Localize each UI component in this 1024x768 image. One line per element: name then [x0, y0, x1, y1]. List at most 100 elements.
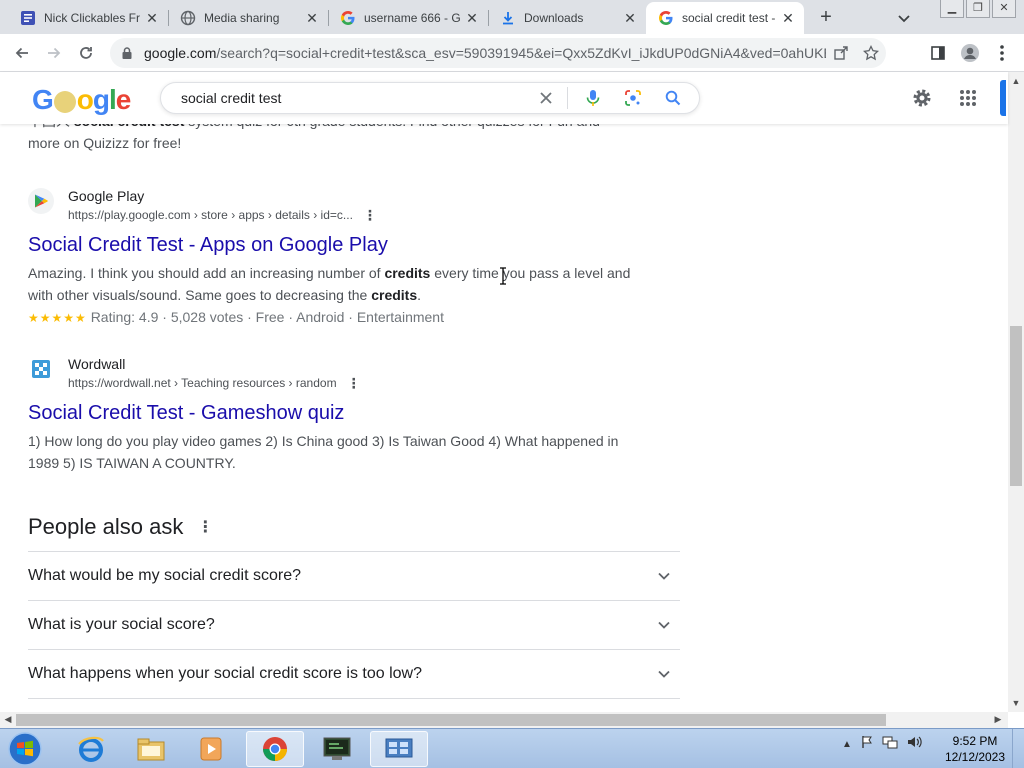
system-clock[interactable]: 9:52 PM 12/12/2023: [940, 733, 1010, 765]
scroll-down-arrow-icon[interactable]: ▼: [1010, 698, 1022, 708]
clear-search-icon[interactable]: [531, 83, 561, 113]
side-panel-icon[interactable]: [926, 41, 950, 65]
tab-username[interactable]: username 666 - G ✕: [328, 2, 488, 34]
result-source[interactable]: Wordwall https://wordwall.net › Teaching…: [28, 354, 648, 392]
settings-gear-icon[interactable]: [908, 84, 936, 112]
google-play-icon: [28, 188, 54, 214]
tab-title: social credit test -: [682, 11, 776, 25]
close-window-button[interactable]: ✕: [992, 0, 1016, 18]
snippet-line2: more on Quizizz for free!: [28, 135, 182, 151]
close-tab-icon[interactable]: ✕: [464, 10, 480, 26]
rating-text: Rating: 4.9 · 5,028 votes · Free · Andro…: [90, 309, 444, 325]
paa-question[interactable]: What is your social score?: [28, 601, 680, 650]
paa-question-text: What happens when your social credit sco…: [28, 665, 422, 682]
paa-question[interactable]: What would be my social credit score?: [28, 552, 680, 601]
terminal-taskbar-icon[interactable]: [308, 731, 366, 767]
chrome-taskbar-icon[interactable]: [246, 731, 304, 767]
text-cursor-icon: [499, 267, 507, 285]
scroll-up-arrow-icon[interactable]: ▲: [1010, 76, 1022, 86]
internet-explorer-taskbar-icon[interactable]: [62, 731, 120, 767]
desc-text: .: [417, 287, 422, 303]
download-icon: [500, 10, 516, 26]
back-button[interactable]: [10, 41, 34, 65]
action-center-flag-icon[interactable]: [860, 735, 874, 754]
search-input[interactable]: [181, 90, 521, 106]
wordwall-icon: [28, 356, 54, 382]
tab-strip: Nick Clickables Fr ✕ Media sharing ✕ use…: [0, 0, 1024, 34]
paa-question-text: What would be my social credit score?: [28, 567, 301, 584]
more-options-icon[interactable]: ⋮: [197, 517, 213, 537]
result-title-link[interactable]: Social Credit Test - Gameshow quiz: [28, 400, 648, 426]
share-icon[interactable]: [826, 38, 856, 68]
lens-search-icon[interactable]: [618, 83, 648, 113]
search-divider: [567, 87, 568, 109]
tab-social-credit[interactable]: social credit test - ✕: [646, 2, 804, 34]
close-tab-icon[interactable]: ✕: [780, 10, 796, 26]
result-url: https://wordwall.net › Teaching resource…: [68, 374, 361, 392]
more-options-icon[interactable]: ⋮: [347, 374, 361, 392]
search-result: Wordwall https://wordwall.net › Teaching…: [28, 354, 648, 474]
paa-question-text: What is your social score?: [28, 616, 215, 633]
search-submit-icon[interactable]: [658, 83, 688, 113]
google-icon: [658, 10, 674, 26]
forms-icon: [20, 10, 36, 26]
profile-avatar[interactable]: [958, 41, 982, 65]
chrome-menu-icon[interactable]: [990, 41, 1014, 65]
result-site-name: Wordwall: [68, 356, 126, 372]
chevron-down-icon: [652, 564, 676, 588]
tab-title: Nick Clickables Fr: [44, 11, 141, 25]
desc-text: Amazing. I think you should add an incre…: [28, 265, 385, 281]
google-header: Gogle: [0, 72, 1008, 124]
result-description: Amazing. I think you should add an incre…: [28, 262, 648, 306]
close-tab-icon[interactable]: ✕: [144, 10, 160, 26]
minimize-button[interactable]: ▁: [940, 0, 964, 18]
apps-grid-icon[interactable]: [954, 84, 982, 112]
address-bar[interactable]: google.com/search?q=social+credit+test&s…: [110, 38, 886, 68]
network-icon[interactable]: [882, 735, 898, 754]
voice-search-icon[interactable]: [578, 83, 608, 113]
more-options-icon[interactable]: ⋮: [363, 206, 377, 224]
tab-forms[interactable]: Nick Clickables Fr ✕: [8, 2, 168, 34]
url-path: /search?q=social+credit+test&sca_esv=590…: [216, 45, 826, 61]
remote-desktop-taskbar-icon[interactable]: [370, 731, 428, 767]
browser-toolbar: google.com/search?q=social+credit+test&s…: [0, 34, 1024, 72]
windows-taskbar: ▲ 9:52 PM 12/12/2023: [0, 728, 1024, 768]
restore-button[interactable]: ❐: [966, 0, 990, 18]
paa-question[interactable]: What happens when your social credit sco…: [28, 650, 680, 699]
system-tray: ▲: [842, 735, 922, 754]
rating-stars-icon: ★★★★★: [28, 311, 87, 325]
tab-search-icon[interactable]: [894, 8, 914, 28]
reload-button[interactable]: [74, 41, 98, 65]
clock-date: 12/12/2023: [944, 750, 1006, 764]
result-url-text: https://wordwall.net › Teaching resource…: [68, 376, 337, 390]
result-title-link[interactable]: Social Credit Test - Apps on Google Play: [28, 232, 648, 258]
forward-button[interactable]: [42, 41, 66, 65]
vertical-scroll-thumb[interactable]: [1010, 326, 1022, 486]
show-hidden-icons-icon[interactable]: ▲: [842, 739, 852, 750]
file-explorer-taskbar-icon[interactable]: [122, 731, 180, 767]
result-source[interactable]: Google Play https://play.google.com › st…: [28, 186, 648, 224]
close-tab-icon[interactable]: ✕: [622, 10, 638, 26]
new-tab-button[interactable]: +: [814, 6, 838, 30]
bookmark-star-icon[interactable]: [856, 38, 886, 68]
show-desktop-button[interactable]: [1012, 729, 1024, 768]
horizontal-scroll-thumb[interactable]: [16, 714, 886, 726]
tab-title: Media sharing: [204, 11, 280, 25]
desc-bold: credits: [371, 287, 418, 303]
sign-in-button-edge[interactable]: [1000, 80, 1006, 116]
volume-icon[interactable]: [906, 735, 922, 754]
windows-logo-icon: [8, 732, 42, 766]
close-tab-icon[interactable]: ✕: [304, 10, 320, 26]
url-domain: google.com: [144, 45, 217, 61]
scroll-left-arrow-icon[interactable]: ◀: [2, 714, 14, 725]
google-doodle-logo[interactable]: Gogle: [32, 84, 131, 116]
scroll-right-arrow-icon[interactable]: ▶: [992, 714, 1004, 725]
start-button[interactable]: [4, 731, 46, 767]
forward-arrow-icon: [48, 47, 61, 59]
result-description: 1) How long do you play video games 2) I…: [28, 433, 619, 471]
tab-media-sharing[interactable]: Media sharing ✕: [168, 2, 328, 34]
tab-downloads[interactable]: Downloads ✕: [488, 2, 646, 34]
media-player-taskbar-icon[interactable]: [182, 731, 240, 767]
result-url-text: https://play.google.com › store › apps ›…: [68, 208, 353, 222]
window-controls: ▁ ❐ ✕: [940, 0, 1016, 18]
